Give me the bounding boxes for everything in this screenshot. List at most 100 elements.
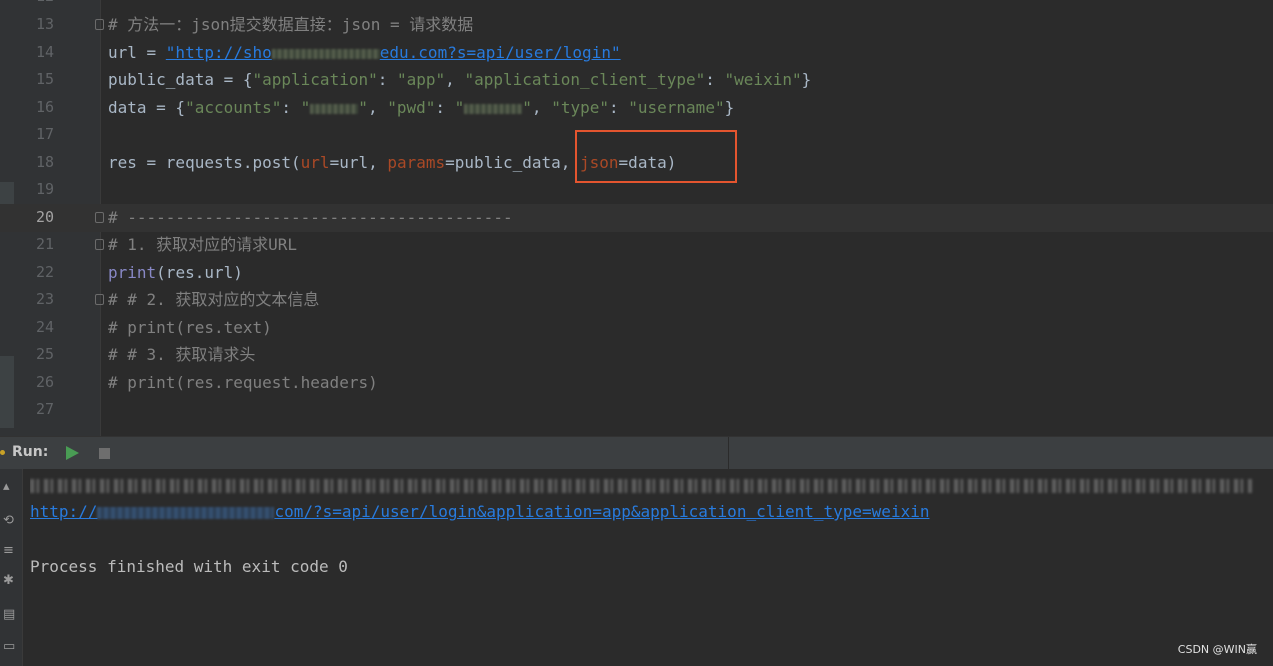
run-console[interactable]: ▴ ⟲ ≡ ✱ ▤ ▭ http:// com/?s=api/user/login…	[0, 469, 1273, 666]
fold-marker-icon[interactable]	[95, 239, 104, 250]
line-number: 22	[35, 263, 54, 281]
console-command-line	[30, 473, 1255, 495]
line-number: 15	[35, 70, 54, 88]
call-expression: res = requests.post(	[108, 153, 301, 172]
comment: # # 3. 获取请求头	[108, 345, 256, 364]
code-line-22[interactable]: 22 print(res.url)	[0, 259, 1273, 287]
code-text: # print(res.request.headers)	[108, 369, 378, 397]
variable-assignment: data = {	[108, 98, 186, 117]
dict-key: "type"	[551, 98, 609, 117]
code-text: # # 3. 获取请求头	[108, 341, 255, 369]
comment: # # 2. 获取对应的文本信息	[108, 290, 320, 309]
brace: }	[801, 70, 812, 89]
comment: # print(res.text)	[108, 318, 272, 337]
line-number: 18	[35, 153, 54, 171]
run-panel-title: Run:	[12, 444, 49, 460]
dict-value: "username"	[628, 98, 725, 117]
code-line-23[interactable]: 23 # # 2. 获取对应的文本信息	[0, 286, 1273, 314]
line-number: 21	[35, 235, 54, 253]
play-icon[interactable]	[66, 446, 79, 460]
colon: :	[705, 70, 725, 89]
code-line-15[interactable]: 15 public_data = {"application": "app", …	[0, 66, 1273, 94]
code-text: # 1. 获取对应的请求URL	[108, 231, 297, 259]
dict-value: "app"	[397, 70, 446, 89]
dict-key: "accounts"	[185, 98, 282, 117]
code-line-13[interactable]: 13 # 方法一：json提交数据直接：json = 请求数据	[0, 11, 1273, 39]
redacted-account	[310, 103, 359, 114]
redacted-host	[271, 48, 380, 59]
console-toolbar: ▴ ⟲ ≡ ✱ ▤ ▭	[0, 469, 23, 666]
scroll-up-icon[interactable]: ▴	[3, 479, 10, 494]
fold-marker-icon[interactable]	[95, 294, 104, 305]
code-editor[interactable]: 12 13 # 方法一：json提交数据直接：json = 请求数据 14 ur…	[0, 0, 1273, 436]
line-number: 13	[35, 15, 54, 33]
code-line-24[interactable]: 24 # print(res.text)	[0, 314, 1273, 342]
code-line-25[interactable]: 25 # # 3. 获取请求头	[0, 341, 1273, 369]
line-number: 19	[35, 180, 54, 198]
colon: :	[608, 98, 629, 117]
url-string-end[interactable]: edu.com?s=api/user/login"	[380, 43, 621, 62]
code-text: url = "http://sho edu.com?s=api/user/logi…	[108, 39, 621, 67]
comment: # 1. 获取对应的请求URL	[108, 235, 298, 254]
separator: ,	[367, 98, 388, 117]
colon: :	[435, 98, 455, 117]
line-number: 14	[35, 43, 54, 61]
code-line-14[interactable]: 14 url = "http://sho edu.com?s=api/user/l…	[0, 39, 1273, 67]
print-icon[interactable]: ▤	[3, 607, 15, 622]
line-number: 23	[35, 290, 54, 308]
url-output-start[interactable]: http://	[30, 502, 97, 521]
builtin-function: print	[108, 263, 157, 282]
code-line-16[interactable]: 16 data = {"accounts": " ", "pwd": " ", "t…	[0, 94, 1273, 122]
line-number: 27	[35, 400, 54, 418]
quote: "	[454, 98, 465, 117]
code-text: # print(res.text)	[108, 314, 272, 342]
separator: ,	[445, 70, 465, 89]
pin-icon[interactable]: ✱	[3, 573, 14, 588]
argument-value: =public_data,	[445, 153, 581, 172]
watermark: CSDN @WIN赢	[1177, 643, 1257, 656]
line-number: 26	[35, 373, 54, 391]
panel-divider	[728, 437, 729, 469]
code-text: # # 2. 获取对应的文本信息	[108, 286, 319, 314]
fold-marker-icon[interactable]	[95, 212, 104, 223]
code-text: # 方法一：json提交数据直接：json = 请求数据	[108, 11, 473, 39]
delete-icon[interactable]: ▭	[3, 639, 15, 654]
stop-icon[interactable]	[99, 448, 110, 459]
colon: :	[281, 98, 301, 117]
code-line-21[interactable]: 21 # 1. 获取对应的请求URL	[0, 231, 1273, 259]
run-panel-header: Run:	[0, 436, 1273, 470]
dict-key: "pwd"	[387, 98, 436, 117]
console-output-url[interactable]: http:// com/?s=api/user/login&application…	[30, 502, 929, 521]
quote: "	[358, 98, 368, 117]
code-line-20[interactable]: 20 # -----------------------------------…	[0, 204, 1273, 232]
code-line-12[interactable]: 12	[0, 0, 1273, 11]
keyword-argument: params	[387, 153, 446, 172]
url-output-end[interactable]: com/?s=api/user/login&application=app&ap…	[274, 502, 929, 521]
fold-marker-icon[interactable]	[95, 19, 104, 30]
code-line-26[interactable]: 26 # print(res.request.headers)	[0, 369, 1273, 397]
redacted-command	[30, 479, 1252, 493]
redacted-host	[97, 506, 275, 519]
url-string-start[interactable]: "http://sho	[166, 43, 272, 62]
soft-wrap-icon[interactable]: ≡	[3, 543, 14, 558]
dict-key: "application_client_type"	[464, 70, 706, 89]
code-text: # --------------------------------------…	[108, 204, 513, 232]
quote: "	[300, 98, 311, 117]
code-line-27[interactable]: 27	[0, 396, 1273, 424]
argument-value: =url,	[329, 153, 388, 172]
code-text: data = {"accounts": " ", "pwd": " ", "type…	[108, 94, 734, 122]
call-arguments: (res.url)	[156, 263, 243, 282]
colon: :	[377, 70, 397, 89]
comment: # print(res.request.headers)	[108, 373, 378, 392]
line-number: 17	[35, 125, 54, 143]
status-dot-icon	[0, 450, 5, 455]
highlight-annotation-box	[575, 130, 737, 183]
comment: # 方法一：json提交数据直接：json = 请求数据	[108, 15, 474, 34]
line-number: 20	[35, 208, 54, 226]
redacted-password	[464, 103, 523, 114]
comment: # --------------------------------------…	[108, 208, 513, 227]
code-text: public_data = {"application": "app", "ap…	[108, 66, 811, 94]
line-number: 25	[35, 345, 54, 363]
line-number: 12	[14, 0, 54, 11]
wrap-icon[interactable]: ⟲	[3, 513, 14, 528]
